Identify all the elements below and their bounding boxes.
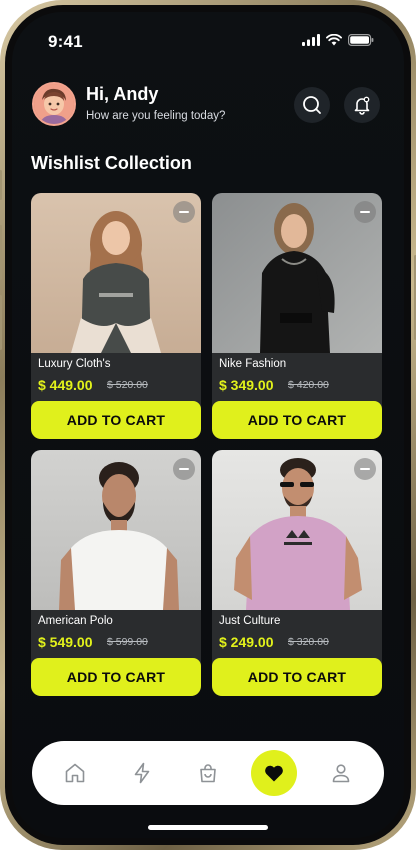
nav-home[interactable]	[52, 750, 98, 796]
wifi-icon	[326, 34, 342, 46]
heart-icon	[265, 765, 284, 782]
bottom-nav	[32, 741, 384, 805]
product-name: Luxury Cloth's	[38, 358, 111, 370]
mute-switch	[0, 170, 2, 200]
app-screen: 9:41 Hi, Andy How are you feeling today?…	[12, 12, 404, 838]
product-card[interactable]: American Polo $ 549.00 $ 599.00 ADD TO C…	[31, 450, 201, 696]
notification-button[interactable]	[344, 87, 380, 123]
add-to-cart-button[interactable]: ADD TO CART	[31, 401, 201, 439]
lightning-icon	[134, 762, 149, 784]
product-price: $ 549.00	[38, 634, 93, 650]
remove-from-wishlist-button[interactable]	[173, 201, 195, 223]
product-price: $ 249.00	[219, 634, 274, 650]
remove-from-wishlist-button[interactable]	[354, 458, 376, 480]
remove-from-wishlist-button[interactable]	[173, 458, 195, 480]
minus-icon	[179, 211, 189, 213]
home-icon	[65, 763, 85, 783]
product-old-price: $ 420.00	[288, 379, 329, 391]
avatar[interactable]	[32, 82, 76, 126]
status-time: 9:41	[48, 32, 83, 51]
remove-from-wishlist-button[interactable]	[354, 201, 376, 223]
minus-icon	[179, 468, 189, 470]
section-title: Wishlist Collection	[31, 153, 192, 173]
product-old-price: $ 520.00	[107, 379, 148, 391]
product-name: Just Culture	[219, 615, 281, 627]
home-indicator[interactable]	[148, 825, 268, 830]
greeting-text: Hi, Andy	[86, 84, 159, 104]
product-price: $ 349.00	[219, 377, 274, 393]
nav-wishlist[interactable]	[251, 750, 298, 796]
product-old-price: $ 599.00	[107, 636, 148, 648]
add-to-cart-button[interactable]: ADD TO CART	[212, 658, 382, 696]
status-bar: 9:41	[12, 12, 404, 68]
avatar-illustration	[34, 84, 74, 124]
signal-icon	[302, 34, 320, 46]
search-icon	[303, 96, 321, 114]
nav-bag[interactable]	[185, 750, 231, 796]
add-to-cart-button[interactable]: ADD TO CART	[31, 658, 201, 696]
search-button[interactable]	[294, 87, 330, 123]
greeting-subtitle: How are you feeling today?	[86, 110, 226, 122]
product-old-price: $ 320.00	[288, 636, 329, 648]
product-name: Nike Fashion	[219, 358, 287, 370]
add-to-cart-button[interactable]: ADD TO CART	[212, 401, 382, 439]
minus-icon	[360, 211, 370, 213]
volume-up-button	[0, 225, 2, 280]
product-name: American Polo	[38, 615, 113, 627]
status-icons	[302, 34, 374, 46]
nav-profile[interactable]	[318, 750, 364, 796]
bell-icon	[354, 96, 370, 115]
product-card[interactable]: Just Culture $ 249.00 $ 320.00 ADD TO CA…	[212, 450, 382, 696]
product-card[interactable]: Nike Fashion $ 349.00 $ 420.00 ADD TO CA…	[212, 193, 382, 439]
volume-down-button	[0, 295, 2, 350]
user-icon	[332, 764, 350, 783]
product-card[interactable]: Luxury Cloth's $ 449.00 $ 520.00 ADD TO …	[31, 193, 201, 439]
shopping-bag-icon	[200, 764, 216, 783]
battery-icon	[348, 34, 374, 46]
product-price: $ 449.00	[38, 377, 93, 393]
nav-flash[interactable]	[119, 750, 165, 796]
minus-icon	[360, 468, 370, 470]
